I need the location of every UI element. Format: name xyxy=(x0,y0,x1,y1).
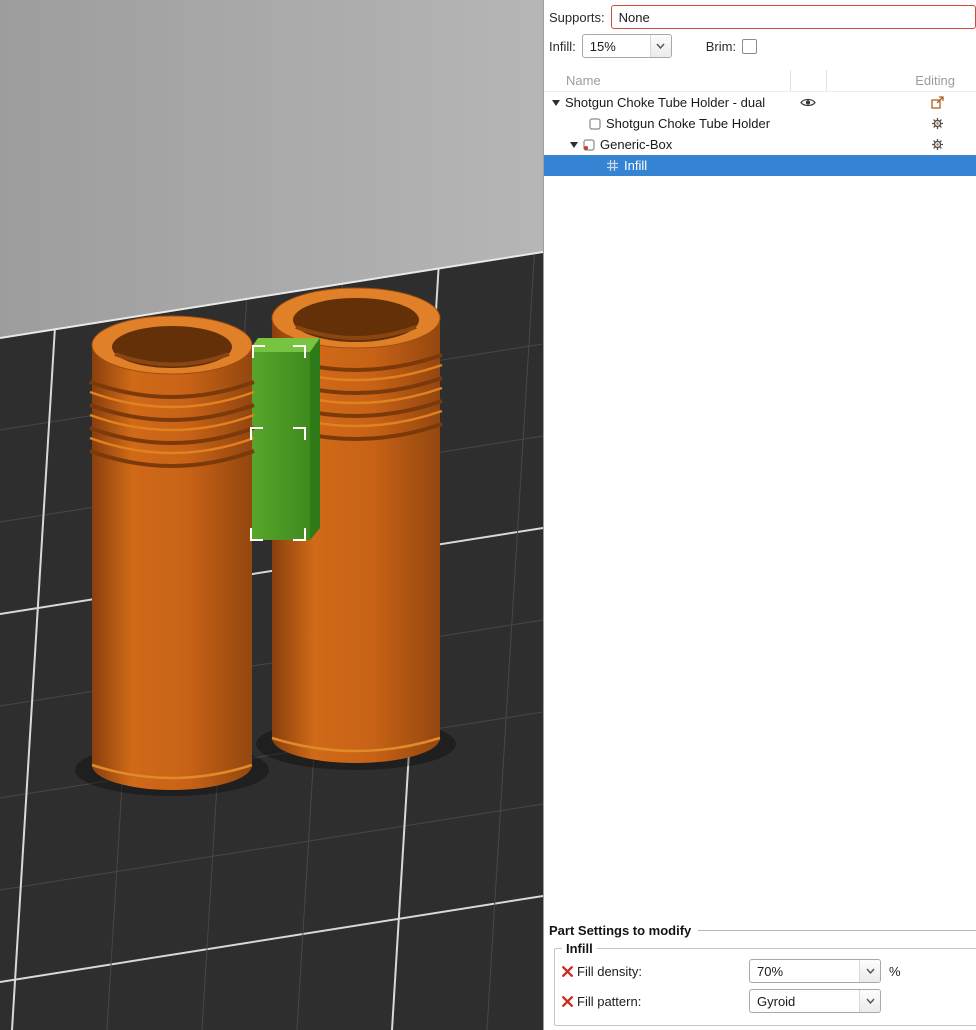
infill-value: 15% xyxy=(589,38,616,54)
infill-settings-group: Infill Fill density: 70% % Fill pattern:… xyxy=(554,941,976,1026)
tree-item-label: Infill xyxy=(624,158,648,173)
gear-icon[interactable] xyxy=(931,138,944,151)
tree-row-infill-setting[interactable]: Infill xyxy=(544,155,976,176)
remove-setting-icon[interactable] xyxy=(561,995,577,1008)
tree-row-part[interactable]: Shotgun Choke Tube Holder xyxy=(544,113,976,134)
gear-icon[interactable] xyxy=(931,117,944,130)
column-header-name: Name xyxy=(566,73,601,88)
infill-row: Infill: 15% Brim: xyxy=(549,34,976,58)
remove-setting-icon[interactable] xyxy=(561,965,577,978)
infill-icon xyxy=(606,159,619,172)
fill-density-value: 70% xyxy=(757,963,784,979)
chevron-down-icon xyxy=(859,960,880,982)
object-tree: Shotgun Choke Tube Holder - dual Shotgun… xyxy=(544,92,976,920)
divider xyxy=(698,930,976,931)
tree-item-label: Generic-Box xyxy=(600,137,673,152)
infill-group-title: Infill xyxy=(566,941,593,956)
object-tree-header: Name Editing xyxy=(544,70,976,92)
brim-checkbox[interactable] xyxy=(742,38,758,54)
chevron-down-icon xyxy=(649,35,671,57)
fill-density-label: Fill density: xyxy=(577,963,643,979)
supports-value: None xyxy=(618,9,650,25)
part-settings-header: Part Settings to modify xyxy=(544,920,976,941)
object-settings-icon[interactable] xyxy=(931,96,944,109)
supports-select[interactable]: None xyxy=(610,5,976,29)
fill-pattern-label: Fill pattern: xyxy=(577,993,642,1009)
chevron-down-icon xyxy=(859,990,880,1012)
expander-triangle-icon[interactable] xyxy=(552,99,560,106)
tree-item-label: Shotgun Choke Tube Holder xyxy=(606,116,771,131)
part-settings-title: Part Settings to modify xyxy=(549,923,692,938)
3d-scene xyxy=(0,0,543,1030)
column-header-eye xyxy=(790,70,826,91)
fill-pattern-row: Fill pattern: Gyroid xyxy=(560,986,973,1016)
column-header-editing: Editing xyxy=(826,70,976,91)
percent-suffix: % xyxy=(889,963,901,979)
tree-item-label: Shotgun Choke Tube Holder - dual xyxy=(565,95,766,110)
eye-icon[interactable] xyxy=(800,97,816,108)
brim-label: Brim: xyxy=(705,38,737,54)
fill-pattern-value: Gyroid xyxy=(757,993,796,1009)
fill-pattern-select[interactable]: Gyroid xyxy=(749,989,881,1013)
model-cylinder-left[interactable] xyxy=(89,315,255,790)
modifier-box[interactable] xyxy=(248,338,320,540)
right-panel: Supports: None Infill: 15% Brim: Name Ed… xyxy=(543,0,976,1030)
fill-density-row: Fill density: 70% % xyxy=(560,956,973,986)
3d-viewport[interactable] xyxy=(0,0,543,1030)
infill-label: Infill: xyxy=(549,38,576,54)
part-settings-panel: Part Settings to modify Infill Fill dens… xyxy=(544,920,976,1030)
slicer-window: Supports: None Infill: 15% Brim: Name Ed… xyxy=(0,0,976,1030)
expander-triangle-icon[interactable] xyxy=(570,141,578,148)
part-icon xyxy=(589,117,601,130)
infill-select[interactable]: 15% xyxy=(581,34,672,58)
supports-row: Supports: None xyxy=(549,5,976,29)
fill-density-select[interactable]: 70% xyxy=(749,959,881,983)
tree-row-modifier[interactable]: Generic-Box xyxy=(544,134,976,155)
supports-label: Supports: xyxy=(549,9,605,25)
modifier-box-icon xyxy=(583,138,595,151)
tree-row-object[interactable]: Shotgun Choke Tube Holder - dual xyxy=(544,92,976,113)
